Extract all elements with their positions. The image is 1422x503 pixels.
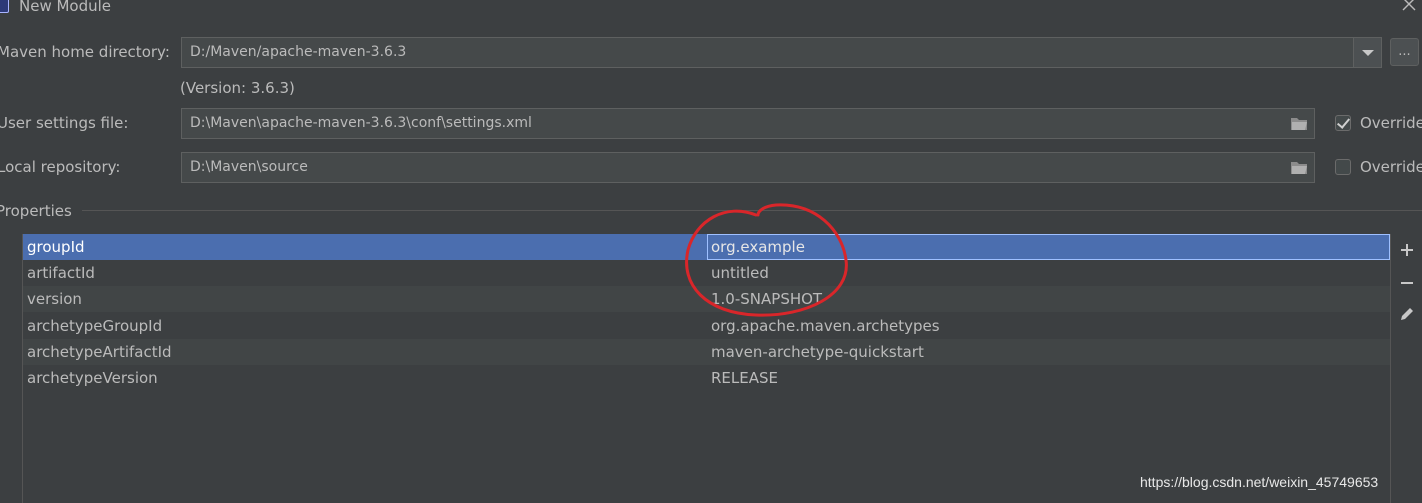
table-row[interactable]: version 1.0-SNAPSHOT	[23, 286, 1390, 312]
property-value-editor[interactable]: org.example	[707, 234, 1390, 260]
intellij-module-icon	[0, 0, 9, 13]
window-title: New Module	[19, 0, 112, 15]
property-value: untitled	[711, 264, 769, 282]
table-row[interactable]: archetypeGroupId org.apache.maven.archet…	[23, 313, 1390, 339]
table-row[interactable]: artifactId untitled	[23, 260, 1390, 286]
folder-icon[interactable]	[1290, 116, 1308, 131]
property-key: version	[27, 290, 82, 308]
user-settings-override-label: Override	[1360, 114, 1422, 132]
browse-maven-home-button[interactable]: ...	[1390, 38, 1419, 66]
property-value: RELEASE	[711, 369, 778, 387]
local-repository-value: D:\Maven\source	[190, 159, 308, 175]
property-value: org.apache.maven.archetypes	[711, 317, 940, 335]
local-repository-override-checkbox[interactable]	[1335, 159, 1351, 175]
property-value: 1.0-SNAPSHOT	[711, 290, 823, 308]
user-settings-value: D:\Maven\apache-maven-3.6.3\conf\setting…	[190, 115, 532, 131]
maven-home-label: Maven home directory:	[0, 43, 170, 61]
property-value: maven-archetype-quickstart	[711, 343, 924, 361]
property-key: groupId	[27, 238, 85, 256]
user-settings-label: User settings file:	[0, 114, 129, 132]
property-value: org.example	[711, 238, 805, 256]
property-key: archetypeGroupId	[27, 317, 163, 335]
properties-section-title: Properties	[0, 202, 72, 220]
property-key: artifactId	[27, 264, 95, 282]
table-row[interactable]: groupId org.example	[23, 234, 1390, 260]
section-divider	[82, 210, 1422, 211]
maven-home-combobox[interactable]: D:/Maven/apache-maven-3.6.3	[181, 37, 1382, 68]
maven-version-text: (Version: 3.6.3)	[180, 79, 295, 97]
watermark-text: https://blog.csdn.net/weixin_45749653	[1140, 474, 1379, 490]
table-row[interactable]: archetypeVersion RELEASE	[23, 365, 1390, 391]
table-row[interactable]: archetypeArtifactId maven-archetype-quic…	[23, 339, 1390, 365]
property-key: archetypeVersion	[27, 369, 158, 387]
properties-table[interactable]: groupId org.example artifactId untitled …	[22, 234, 1391, 503]
close-icon[interactable]	[1400, 0, 1418, 13]
add-icon[interactable]	[1397, 240, 1417, 260]
maven-home-value: D:/Maven/apache-maven-3.6.3	[190, 44, 407, 60]
edit-icon[interactable]	[1397, 304, 1417, 324]
user-settings-field[interactable]: D:\Maven\apache-maven-3.6.3\conf\setting…	[181, 108, 1315, 139]
chevron-down-icon[interactable]	[1353, 38, 1381, 67]
new-module-dialog: New Module Maven home directory: D:/Mave…	[0, 0, 1422, 503]
remove-icon[interactable]	[1397, 273, 1417, 293]
local-repository-field[interactable]: D:\Maven\source	[181, 152, 1315, 183]
user-settings-override-checkbox[interactable]	[1335, 115, 1351, 131]
property-key: archetypeArtifactId	[27, 343, 172, 361]
local-repository-label: Local repository:	[0, 158, 121, 176]
local-repository-override-label: Override	[1360, 158, 1422, 176]
folder-icon[interactable]	[1290, 160, 1308, 175]
